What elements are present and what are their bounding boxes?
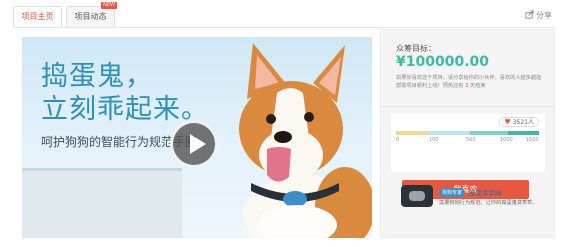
progress-segment-3	[470, 131, 508, 135]
panel-divider	[381, 106, 554, 107]
video-headline-1: 捣蛋鬼，	[41, 61, 153, 92]
background-cabinet	[22, 168, 182, 238]
goal-label: 众筹目标：	[396, 44, 436, 53]
tab-project-news-label: 项目动态	[74, 12, 107, 21]
likes-count: ♥ 3521人	[499, 117, 539, 127]
device-band-icon	[409, 191, 425, 201]
progress-segment-1	[396, 131, 429, 135]
brand-badge: 狗狗专家	[439, 187, 466, 197]
new-badge: NEW	[101, 2, 117, 9]
brand-row: 狗狗专家 宠爱幸幸网	[439, 187, 502, 197]
tick-label: 0	[396, 137, 400, 143]
progress-segment-4	[507, 131, 539, 135]
tab-bar: 项目主页 项目动态 NEW 分享	[0, 0, 568, 28]
funding-panel: 众筹目标： ¥100000.00 如果你喜欢这个项目，请分享给你的小伙伴，喜欢的…	[380, 29, 555, 238]
share-icon	[525, 10, 534, 21]
tick-label: 1500	[526, 137, 539, 143]
share-label: 分享	[536, 11, 552, 20]
tick-label: 500	[466, 137, 476, 143]
video-player[interactable]: 捣蛋鬼， 立刻乖起来。 呵护狗狗的智能行为规范手圈	[22, 37, 372, 238]
corgi-image	[239, 43, 372, 238]
progress-box: ♥ 3521人 0 100 500 1000 1500	[391, 114, 545, 172]
desc-suffix: 天结束	[468, 83, 486, 89]
likes-value: 3521人	[512, 118, 534, 126]
tick-label: 100	[429, 137, 439, 143]
tab-project-news[interactable]: 项目动态 NEW	[66, 2, 117, 27]
tab-project-home[interactable]: 项目主页	[13, 6, 62, 28]
progress-ticks: 0 100 500 1000 1500	[396, 137, 539, 145]
progress-bar	[396, 131, 539, 135]
tick-label: 1000	[500, 137, 513, 143]
heart-icon: ♥	[504, 117, 511, 126]
goal-value: ¥100000.00	[396, 54, 489, 70]
share-button[interactable]: 分享	[525, 10, 552, 21]
progress-segment-2	[428, 131, 471, 135]
play-button[interactable]	[170, 120, 218, 168]
brand-description: 需要狗狗行为规范，让你的捣蛋鬼变乖乖。	[439, 200, 538, 206]
device-thumbnail[interactable]	[401, 185, 433, 207]
tab-divider	[13, 27, 555, 28]
brand-name[interactable]: 宠爱幸幸网	[469, 187, 502, 197]
panel-description: 如果你喜欢这个项目，请分享给你的小伙伴，喜欢的人越多越能帮助项目顺利上线！预热还…	[396, 74, 546, 90]
